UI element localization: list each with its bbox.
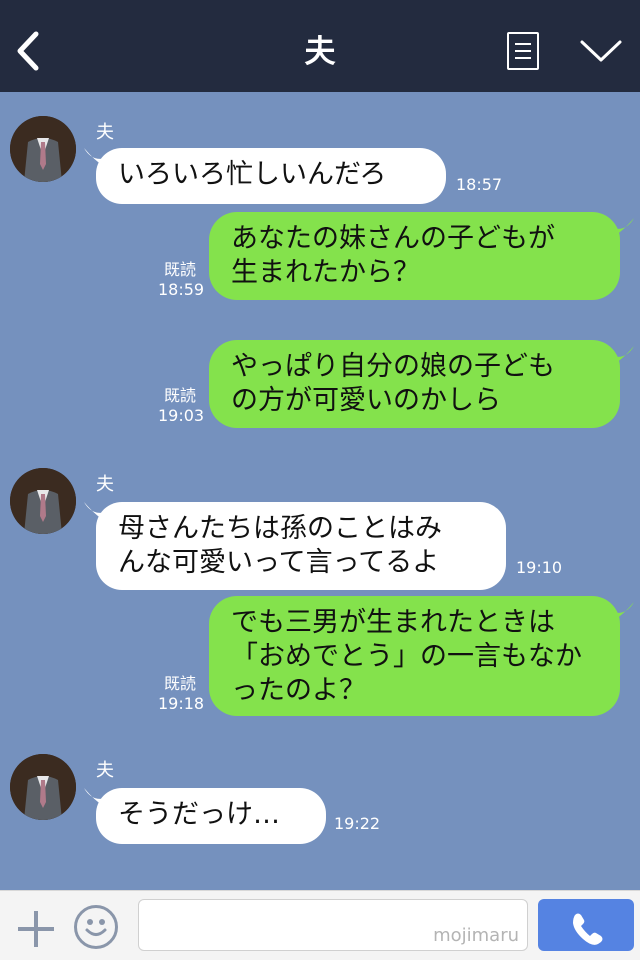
message-line: いろいろ忙しいんだろ [118,159,387,190]
message-line: ったのよ？ [231,675,366,706]
message-line: やっぱり自分の娘の子ども [231,351,555,382]
smiley-face [85,919,107,936]
sender-name: 夫 [96,760,114,781]
bubble-tail [612,602,634,622]
avatar-suit-image [10,468,76,534]
message-time: 18:59 [158,280,205,299]
message-bubble[interactable]: いろいろ忙しいんだろ [96,148,446,204]
read-label: 既読 [163,260,196,279]
message-bubble[interactable]: あなたの妹さんの子どもが 生まれたから？ [209,212,620,300]
message-time: 19:10 [516,558,563,577]
avatar-suit-image [10,754,76,820]
chat-area[interactable]: 夫 いろいろ忙しいんだろ 18:57 既読 18:59 あなたの妹さんの子どもが… [0,92,640,890]
message-line: そうだっけ… [118,799,280,830]
sender-name: 夫 [96,122,114,143]
avatar[interactable] [10,754,76,820]
notes-icon[interactable] [507,32,539,70]
call-button[interactable] [538,899,634,951]
message-line: んな可愛いって言ってるよ [118,547,440,578]
message-time: 18:57 [456,175,503,194]
input-bar: mojimaru [0,890,640,960]
bubble-tail [612,218,634,238]
read-receipt: 既読 19:03 [158,386,205,426]
avatar[interactable] [10,116,76,182]
read-label: 既読 [163,386,196,405]
message-line: でも三男が生まれたときは [231,607,555,638]
message-time: 19:03 [158,406,205,425]
message-bubble[interactable]: でも三男が生まれたときは 「おめでとう」の一言もなか ったのよ？ [209,596,620,716]
message-line: 「おめでとう」の一言もなか [231,641,582,672]
phone-icon [573,913,603,945]
watermark: mojimaru [433,925,519,946]
message-time: 19:22 [334,814,381,833]
chat-header: 夫 [0,0,640,92]
message-line: の方が可愛いのかしら [231,385,501,416]
avatar[interactable] [10,468,76,534]
plus-icon[interactable] [16,909,56,949]
read-label: 既読 [163,674,196,693]
message-line: 生まれたから？ [231,257,420,288]
message-line: 母さんたちは孫のことはみ [118,513,442,544]
message-bubble[interactable]: 母さんたちは孫のことはみ んな可愛いって言ってるよ [96,502,506,590]
avatar-suit-image [10,116,76,182]
chevron-down-icon[interactable] [578,36,624,66]
read-receipt: 既読 18:59 [158,260,205,300]
message-bubble[interactable]: そうだっけ… [96,788,326,844]
message-time: 19:18 [158,694,205,713]
smiley-icon[interactable] [74,905,118,949]
read-receipt: 既読 19:18 [158,674,205,714]
chat-title: 夫 [304,34,336,70]
message-bubble[interactable]: やっぱり自分の娘の子ども の方が可愛いのかしら [209,340,620,428]
message-line: あなたの妹さんの子どもが [231,223,555,254]
message-input[interactable]: mojimaru [138,899,528,951]
bubble-tail [612,346,634,366]
sender-name: 夫 [96,474,114,495]
